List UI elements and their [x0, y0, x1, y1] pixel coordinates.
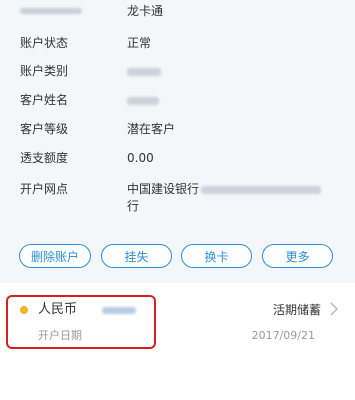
- report-loss-button[interactable]: 挂失: [101, 244, 172, 268]
- masked-customer-name: [127, 96, 159, 105]
- overdraft-label: 透支额度: [20, 151, 69, 165]
- info-row-branch: 开户网点 中国建设银行 行: [20, 181, 345, 215]
- masked-card-number: [20, 8, 82, 14]
- replace-card-button[interactable]: 换卡: [181, 244, 252, 268]
- delete-account-button[interactable]: 删除账户: [19, 244, 91, 268]
- branch-name-tail: 行: [127, 199, 140, 213]
- category-value: [127, 63, 345, 79]
- account-actions: 删除账户 挂失 换卡 更多: [0, 244, 355, 270]
- account-info-panel: 龙卡通 账户状态 正常 账户类别 客户姓名 客户等级 潜在客户 透支额度 0.0…: [0, 0, 355, 283]
- customer-name-value: [127, 92, 345, 108]
- branch-bank-name: 中国建设银行: [127, 182, 200, 196]
- status-value: 正常: [127, 36, 152, 50]
- status-label: 账户状态: [20, 36, 69, 50]
- masked-category: [127, 67, 161, 76]
- branch-label: 开户网点: [20, 182, 69, 196]
- category-label: 账户类别: [20, 64, 69, 78]
- chevron-right-icon[interactable]: [327, 300, 341, 318]
- customer-level-value: 潜在客户: [127, 122, 176, 136]
- card-type-value: 龙卡通: [127, 4, 164, 18]
- overdraft-value: 0.00: [127, 151, 154, 165]
- account-type-label: 活期储蓄: [272, 303, 321, 317]
- customer-name-label: 客户姓名: [20, 93, 69, 107]
- masked-branch-name: [201, 185, 322, 194]
- more-button[interactable]: 更多: [262, 244, 333, 268]
- account-detail-screen: 龙卡通 账户状态 正常 账户类别 客户姓名 客户等级 潜在客户 透支额度 0.0…: [0, 0, 355, 400]
- branch-value: 中国建设银行 行: [127, 181, 345, 215]
- highlight-annotation: [6, 295, 156, 349]
- open-date-value: 2017/09/21: [251, 329, 315, 342]
- customer-level-label: 客户等级: [20, 122, 69, 136]
